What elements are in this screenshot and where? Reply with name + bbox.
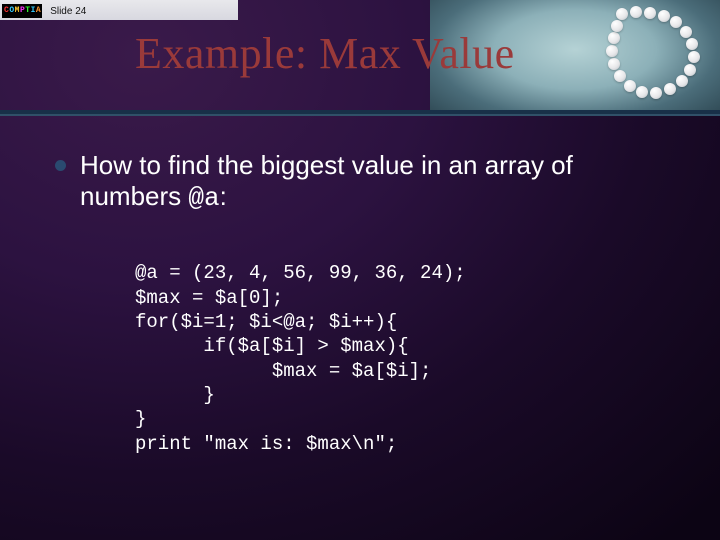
logo-icon: COMPTIA — [2, 4, 42, 18]
bullet-item: How to find the biggest value in an arra… — [55, 150, 680, 213]
slide-number: Slide 24 — [50, 6, 86, 17]
slide: COMPTIA Slide 24 Example: Max Value — [0, 0, 720, 540]
bullet-icon — [55, 160, 66, 171]
divider — [0, 114, 720, 116]
bullet-text: How to find the biggest value in an arra… — [80, 150, 680, 213]
top-bar: COMPTIA Slide 24 — [0, 0, 238, 20]
bullet-text-part: How to find the biggest value in an arra… — [80, 150, 573, 211]
inline-code: @a — [188, 183, 219, 213]
code-block: @a = (23, 4, 56, 99, 36, 24); $max = $a[… — [135, 261, 680, 456]
slide-title: Example: Max Value — [135, 28, 515, 79]
slide-body: How to find the biggest value in an arra… — [55, 150, 680, 456]
bullet-text-part: : — [220, 181, 227, 211]
necklace-icon — [606, 6, 706, 101]
